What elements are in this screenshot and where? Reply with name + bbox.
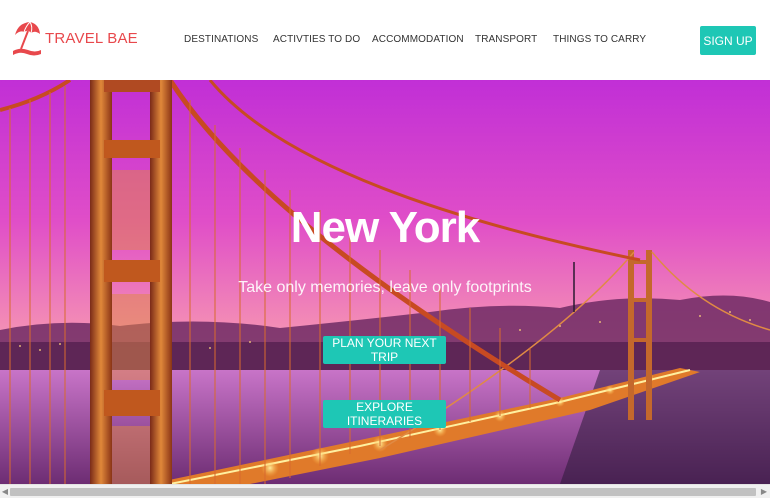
scrollbar-thumb[interactable] bbox=[10, 488, 756, 496]
scroll-left-arrow-icon[interactable]: ◀ bbox=[1, 487, 9, 497]
nav-activities[interactable]: ACTIVTIES TO DO bbox=[273, 34, 360, 45]
nav-destinations[interactable]: DESTINATIONS bbox=[184, 34, 258, 45]
hero-subtitle: Take only memories, leave only footprint… bbox=[238, 279, 532, 296]
site-header: TRAVEL BAE DESTINATIONS ACTIVTIES TO DO … bbox=[0, 0, 770, 80]
main-nav: DESTINATIONS ACTIVTIES TO DO ACCOMMODATI… bbox=[0, 34, 770, 48]
plan-trip-button[interactable]: PLAN YOUR NEXT TRIP bbox=[323, 336, 446, 364]
nav-things-to-carry[interactable]: THINGS TO CARRY bbox=[553, 34, 646, 45]
hero-title: New York bbox=[290, 203, 480, 252]
explore-itineraries-button[interactable]: EXPLORE ITINERARIES bbox=[323, 400, 446, 428]
horizontal-scrollbar[interactable]: ◀ ▶ bbox=[0, 484, 770, 498]
signup-button[interactable]: SIGN UP bbox=[700, 26, 756, 55]
hero-section: New York Take only memories, leave only … bbox=[0, 80, 770, 484]
nav-transport[interactable]: TRANSPORT bbox=[475, 34, 537, 45]
scroll-right-arrow-icon[interactable]: ▶ bbox=[760, 487, 768, 497]
nav-accommodation[interactable]: ACCOMMODATION bbox=[372, 34, 464, 45]
